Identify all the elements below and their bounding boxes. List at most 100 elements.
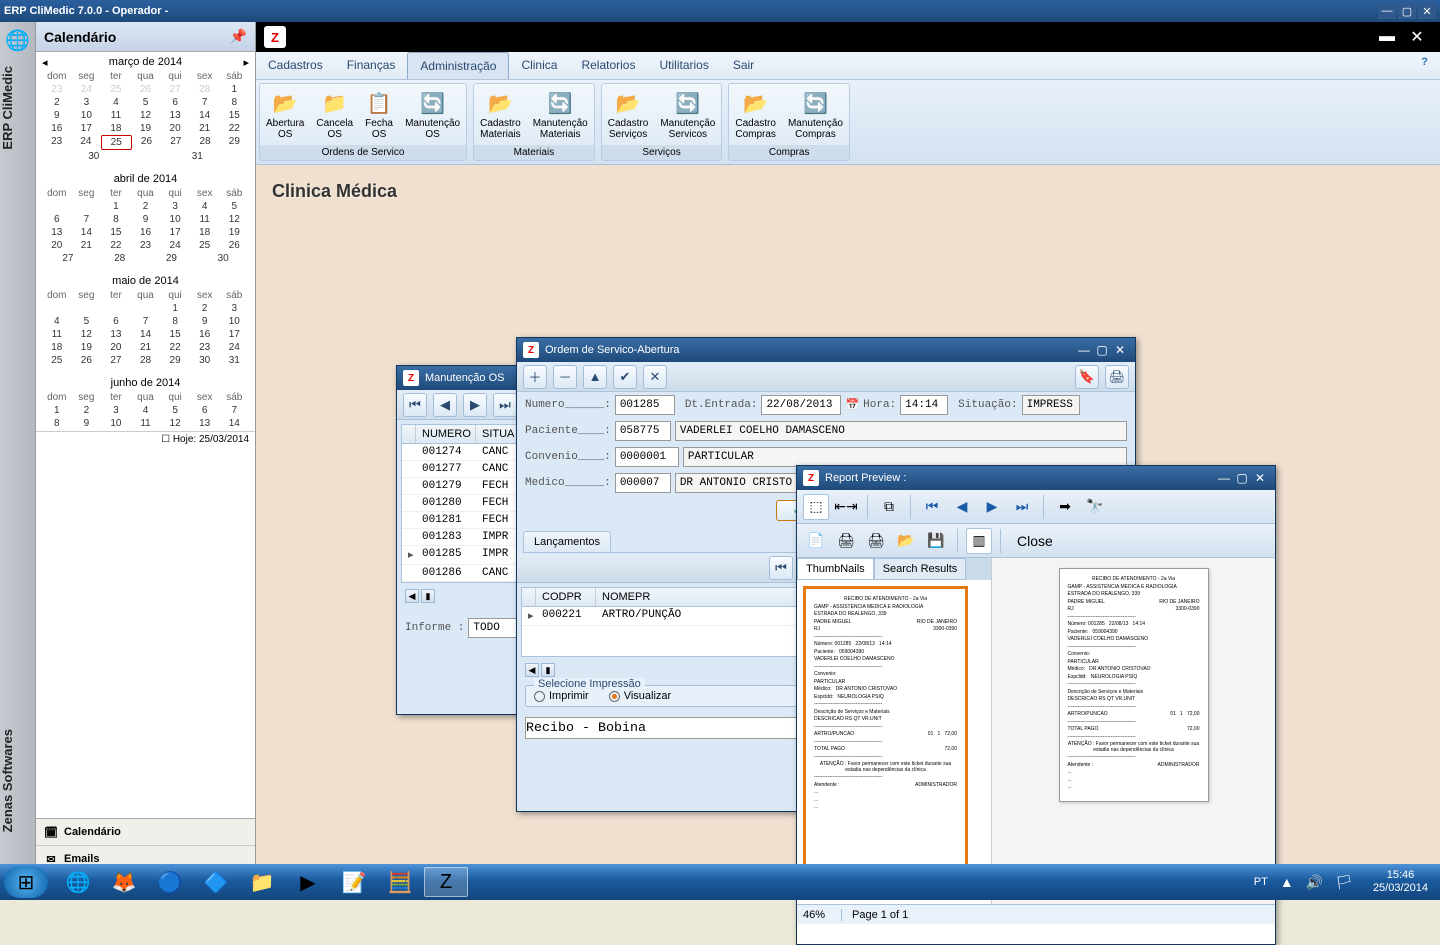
- menu-cadastros[interactable]: Cadastros: [256, 52, 335, 79]
- calendar-day[interactable]: 6: [160, 96, 190, 109]
- inner-minimize-button[interactable]: ▬: [1372, 28, 1402, 46]
- thumbnail-area[interactable]: RECIBO DE ATENDIMENTO - 2a Via GAMP - AS…: [797, 580, 991, 904]
- fit-page-icon[interactable]: ⇤⇥: [833, 494, 859, 520]
- calendar-day[interactable]: 13: [101, 328, 131, 341]
- copy-icon[interactable]: ⧉: [876, 494, 902, 520]
- calendar-day[interactable]: 17: [72, 122, 102, 135]
- numero-input[interactable]: [615, 395, 675, 415]
- medico-cod-input[interactable]: [615, 473, 671, 493]
- calendar-day[interactable]: 2: [131, 200, 161, 213]
- lanc-first-button[interactable]: ⏮: [769, 556, 793, 580]
- page-thumbnail[interactable]: RECIBO DE ATENDIMENTO - 2a Via GAMP - AS…: [803, 586, 968, 896]
- calendar-day[interactable]: 3: [101, 404, 131, 417]
- export-icon[interactable]: ➡: [1052, 494, 1078, 520]
- ribbon-manutenção-os[interactable]: 🔄ManutençãoOS: [399, 84, 466, 145]
- today-label[interactable]: ☐ Hoje: 25/03/2014: [36, 431, 255, 447]
- ribbon-manutenção-materiais[interactable]: 🔄ManutençãoMateriais: [527, 84, 594, 145]
- calendar-day[interactable]: 1: [219, 83, 249, 96]
- lang-indicator[interactable]: PT: [1254, 876, 1268, 888]
- calendar-day[interactable]: 10: [219, 315, 249, 328]
- calendar-day[interactable]: 8: [219, 96, 249, 109]
- ribbon-fecha-os[interactable]: 📋FechaOS: [359, 84, 399, 145]
- calendar-day[interactable]: 11: [42, 328, 72, 341]
- print-setup-icon[interactable]: 🖨: [863, 528, 889, 554]
- calendar-day[interactable]: 16: [42, 122, 72, 135]
- calendar-day[interactable]: 10: [160, 213, 190, 226]
- thumbnails-toggle-icon[interactable]: ▥: [966, 528, 992, 554]
- calendar-day[interactable]: 28: [131, 354, 161, 367]
- calendar-day[interactable]: 25: [101, 135, 132, 150]
- calendar-day[interactable]: 9: [190, 315, 220, 328]
- calendar-day[interactable]: 24: [160, 239, 190, 252]
- calendar-day[interactable]: 25: [190, 239, 220, 252]
- tray-flag-icon[interactable]: 🏳: [1335, 874, 1353, 891]
- print-report-icon[interactable]: 🖨: [833, 528, 859, 554]
- next-month-icon[interactable]: ▸: [243, 56, 249, 69]
- minimize-button[interactable]: —: [1378, 3, 1396, 19]
- calendar-day[interactable]: 10: [101, 417, 131, 430]
- up-button[interactable]: ▲: [583, 365, 607, 389]
- calendar-day[interactable]: 22: [160, 341, 190, 354]
- calendar-day[interactable]: 4: [190, 200, 220, 213]
- calendar-day[interactable]: 7: [219, 404, 249, 417]
- taskbar-calc-icon[interactable]: 🧮: [378, 867, 422, 897]
- calendar-day[interactable]: 7: [72, 213, 102, 226]
- calendar-day[interactable]: 24: [219, 341, 249, 354]
- calendar-day[interactable]: 18: [101, 122, 131, 135]
- calendar-day[interactable]: 13: [190, 417, 220, 430]
- calendar-day[interactable]: 15: [101, 226, 131, 239]
- calendar-day[interactable]: 9: [131, 213, 161, 226]
- taskbar-clock[interactable]: 15:4625/03/2014: [1365, 869, 1436, 895]
- first-page-button[interactable]: ⏮: [919, 494, 945, 520]
- ribbon-manutenção-compras[interactable]: 🔄ManutençãoCompras: [782, 84, 849, 145]
- calendar-day[interactable]: 3: [219, 302, 249, 315]
- calendar-day[interactable]: 8: [160, 315, 190, 328]
- calendar-day[interactable]: 19: [219, 226, 249, 239]
- calendar-day[interactable]: 16: [190, 328, 220, 341]
- win3-close-button[interactable]: ✕: [1251, 471, 1269, 485]
- calendar-day[interactable]: 23: [131, 239, 161, 252]
- tab-lancamentos[interactable]: Lançamentos: [523, 531, 611, 552]
- taskbar-teamviewer-icon[interactable]: 🔷: [194, 867, 238, 897]
- taskbar-media-icon[interactable]: ▶: [286, 867, 330, 897]
- calendar-day[interactable]: 23: [42, 135, 71, 150]
- calendar-day[interactable]: 25: [42, 354, 72, 367]
- calendar-day[interactable]: 13: [42, 226, 72, 239]
- calendar-day[interactable]: 5: [219, 200, 249, 213]
- calendar-day[interactable]: 14: [190, 109, 220, 122]
- calendar-day[interactable]: 11: [101, 109, 131, 122]
- next-button[interactable]: ▶: [463, 393, 487, 417]
- menu-finanças[interactable]: Finanças: [335, 52, 408, 79]
- calendar-day[interactable]: 4: [101, 96, 131, 109]
- pin-icon[interactable]: 📌: [230, 28, 247, 45]
- calendar-day[interactable]: 14: [219, 417, 249, 430]
- calendar-day[interactable]: 28: [190, 135, 219, 150]
- win2-minimize-button[interactable]: —: [1075, 343, 1093, 357]
- calendar-day[interactable]: 6: [42, 213, 72, 226]
- calendar-day[interactable]: 27: [42, 252, 94, 265]
- calendar-day[interactable]: 6: [101, 315, 131, 328]
- calendar-day[interactable]: 1: [101, 200, 131, 213]
- calendar-day[interactable]: 22: [219, 122, 249, 135]
- calendar-day[interactable]: 30: [42, 150, 146, 163]
- ribbon-cadastro-materiais[interactable]: 📂CadastroMateriais: [474, 84, 527, 145]
- calendar-day[interactable]: 21: [190, 122, 220, 135]
- calendar-day[interactable]: 22: [101, 239, 131, 252]
- add-button[interactable]: ＋: [523, 365, 547, 389]
- tab-thumbnails[interactable]: ThumbNails: [797, 558, 874, 580]
- taskbar-ie-icon[interactable]: 🌐: [56, 867, 100, 897]
- win2-titlebar[interactable]: Z Ordem de Servico-Abertura — ▢ ✕: [517, 338, 1135, 362]
- calendar-day[interactable]: 12: [160, 417, 190, 430]
- dtentrada-input[interactable]: [761, 395, 841, 415]
- menu-relatorios[interactable]: Relatorios: [569, 52, 647, 79]
- prev-page-button[interactable]: ◀: [949, 494, 975, 520]
- scroll-left-icon[interactable]: ◀: [525, 663, 539, 677]
- win3-titlebar[interactable]: Z Report Preview : — ▢ ✕: [797, 466, 1275, 490]
- calendar-day[interactable]: 18: [42, 341, 72, 354]
- calendar-day[interactable]: 23: [190, 341, 220, 354]
- calendar-day[interactable]: 16: [131, 226, 161, 239]
- first-button[interactable]: ⏮: [403, 393, 427, 417]
- nav-tab-calendário[interactable]: 🗓Calendário: [36, 819, 255, 846]
- calendar-day[interactable]: 9: [42, 109, 72, 122]
- paciente-cod-input[interactable]: [615, 421, 671, 441]
